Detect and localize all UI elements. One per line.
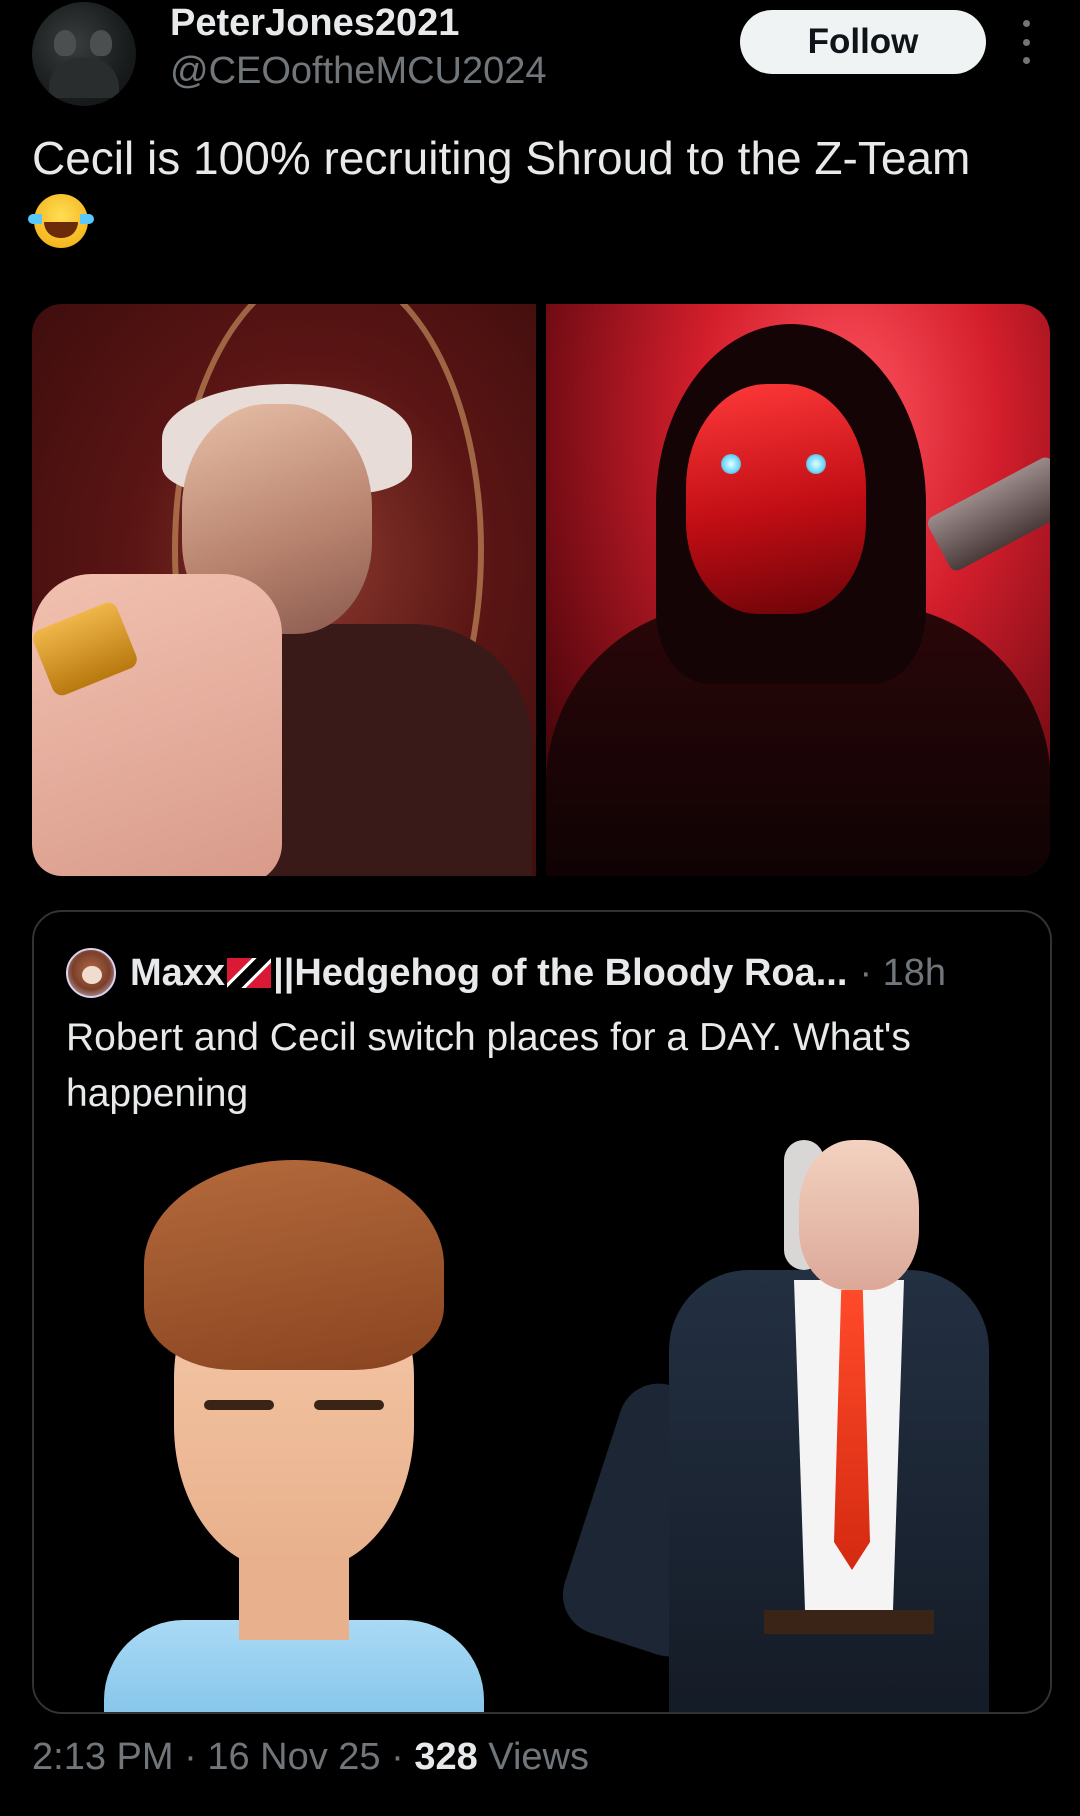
shroud-eye-left xyxy=(721,454,741,474)
separator: · xyxy=(391,1736,404,1778)
quoted-author-avatar[interactable] xyxy=(66,948,116,998)
quoted-author-name-part2: ||Hedgehog of the Bloody Roa... xyxy=(273,951,848,994)
quoted-post-card[interactable]: Maxx ||Hedgehog of the Bloody Roa... · 18… xyxy=(32,910,1052,1714)
quoted-post-header: Maxx ||Hedgehog of the Bloody Roa... · 18… xyxy=(66,948,946,998)
face-with-tears-of-joy-icon xyxy=(28,194,94,248)
quoted-post-text: Robert and Cecil switch places for a DAY… xyxy=(66,1016,911,1115)
post-time[interactable]: 2:13 PM xyxy=(32,1736,174,1778)
cecil-suit-image[interactable] xyxy=(552,1140,1029,1712)
author-display-name[interactable]: PeterJones2021 xyxy=(170,2,459,45)
avatar-figure-left xyxy=(54,30,76,56)
quoted-author-name-part1: Maxx xyxy=(130,951,226,994)
shroud-eye-right xyxy=(806,454,826,474)
cecil-head-shape-2 xyxy=(799,1140,919,1290)
quoted-author-name[interactable]: Maxx ||Hedgehog of the Bloody Roa... xyxy=(130,952,847,995)
cecil-image[interactable] xyxy=(32,304,536,876)
quoted-post-media xyxy=(34,1130,1050,1712)
trinidad-and-tobago-flag-icon xyxy=(227,958,272,988)
quoted-post-time: · 18h xyxy=(859,951,947,994)
follow-button[interactable]: Follow xyxy=(740,10,986,74)
author-handle[interactable]: @CEOoftheMCU2024 xyxy=(170,50,547,93)
cecil-belt-shape xyxy=(764,1610,934,1634)
separator: · xyxy=(184,1736,197,1778)
shroud-image[interactable] xyxy=(546,304,1050,876)
post-text: Cecil is 100% recruiting Shroud to the Z… xyxy=(32,132,971,184)
views-label: Views xyxy=(488,1736,589,1778)
post-text-container: Cecil is 100% recruiting Shroud to the Z… xyxy=(28,126,1012,254)
avatar-figure-right xyxy=(90,30,112,56)
more-options-icon[interactable] xyxy=(1016,20,1036,64)
more-dot xyxy=(1022,57,1030,64)
revolver-shape xyxy=(925,454,1050,574)
views-count: 328 xyxy=(414,1736,478,1778)
avatar-figures-body xyxy=(49,58,119,98)
post-media-grid xyxy=(32,304,1050,876)
robert-brow-left xyxy=(204,1400,274,1410)
shroud-mask-shape xyxy=(686,384,866,614)
author-avatar[interactable] xyxy=(32,2,136,106)
more-dot xyxy=(1022,38,1030,46)
robert-hair-shape xyxy=(144,1160,444,1370)
post-date[interactable]: 16 Nov 25 xyxy=(207,1736,380,1778)
robert-image[interactable] xyxy=(104,1160,484,1712)
more-dot xyxy=(1022,20,1030,27)
post-footer: 2:13 PM · 16 Nov 25 · 328 Views xyxy=(32,1736,589,1779)
robert-brow-right xyxy=(314,1400,384,1410)
